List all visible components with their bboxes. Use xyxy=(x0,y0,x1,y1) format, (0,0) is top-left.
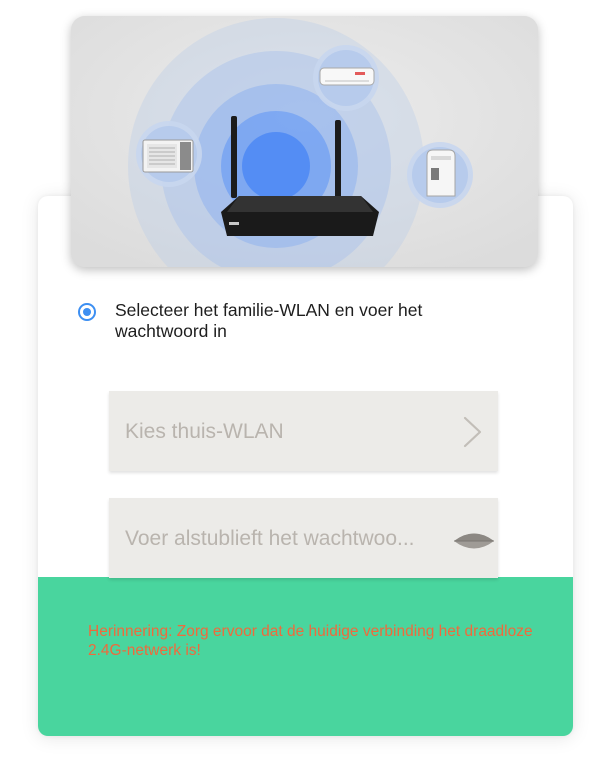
wifi-select-label: Kies thuis-WLAN xyxy=(125,420,284,443)
network-illustration xyxy=(71,16,538,267)
step-text: Selecteer het familie-WLAN en voer het w… xyxy=(115,300,423,341)
split-air-conditioner-icon xyxy=(313,45,379,111)
step-radio[interactable] xyxy=(78,303,96,321)
screen: Herinnering: Zorg ervoor dat de huidige … xyxy=(0,0,597,767)
dehumidifier-icon xyxy=(407,142,473,208)
eye-icon[interactable] xyxy=(452,530,496,552)
password-placeholder: Voer alstublieft het wachtwoo... xyxy=(125,527,415,550)
wifi-select-field[interactable]: Kies thuis-WLAN xyxy=(109,391,498,471)
chevron-right-icon xyxy=(463,416,482,448)
reminder-text: Herinnering: Zorg ervoor dat de huidige … xyxy=(88,623,533,659)
window-air-conditioner-icon xyxy=(136,121,202,187)
password-field[interactable]: Voer alstublieft het wachtwoo... xyxy=(109,498,498,578)
